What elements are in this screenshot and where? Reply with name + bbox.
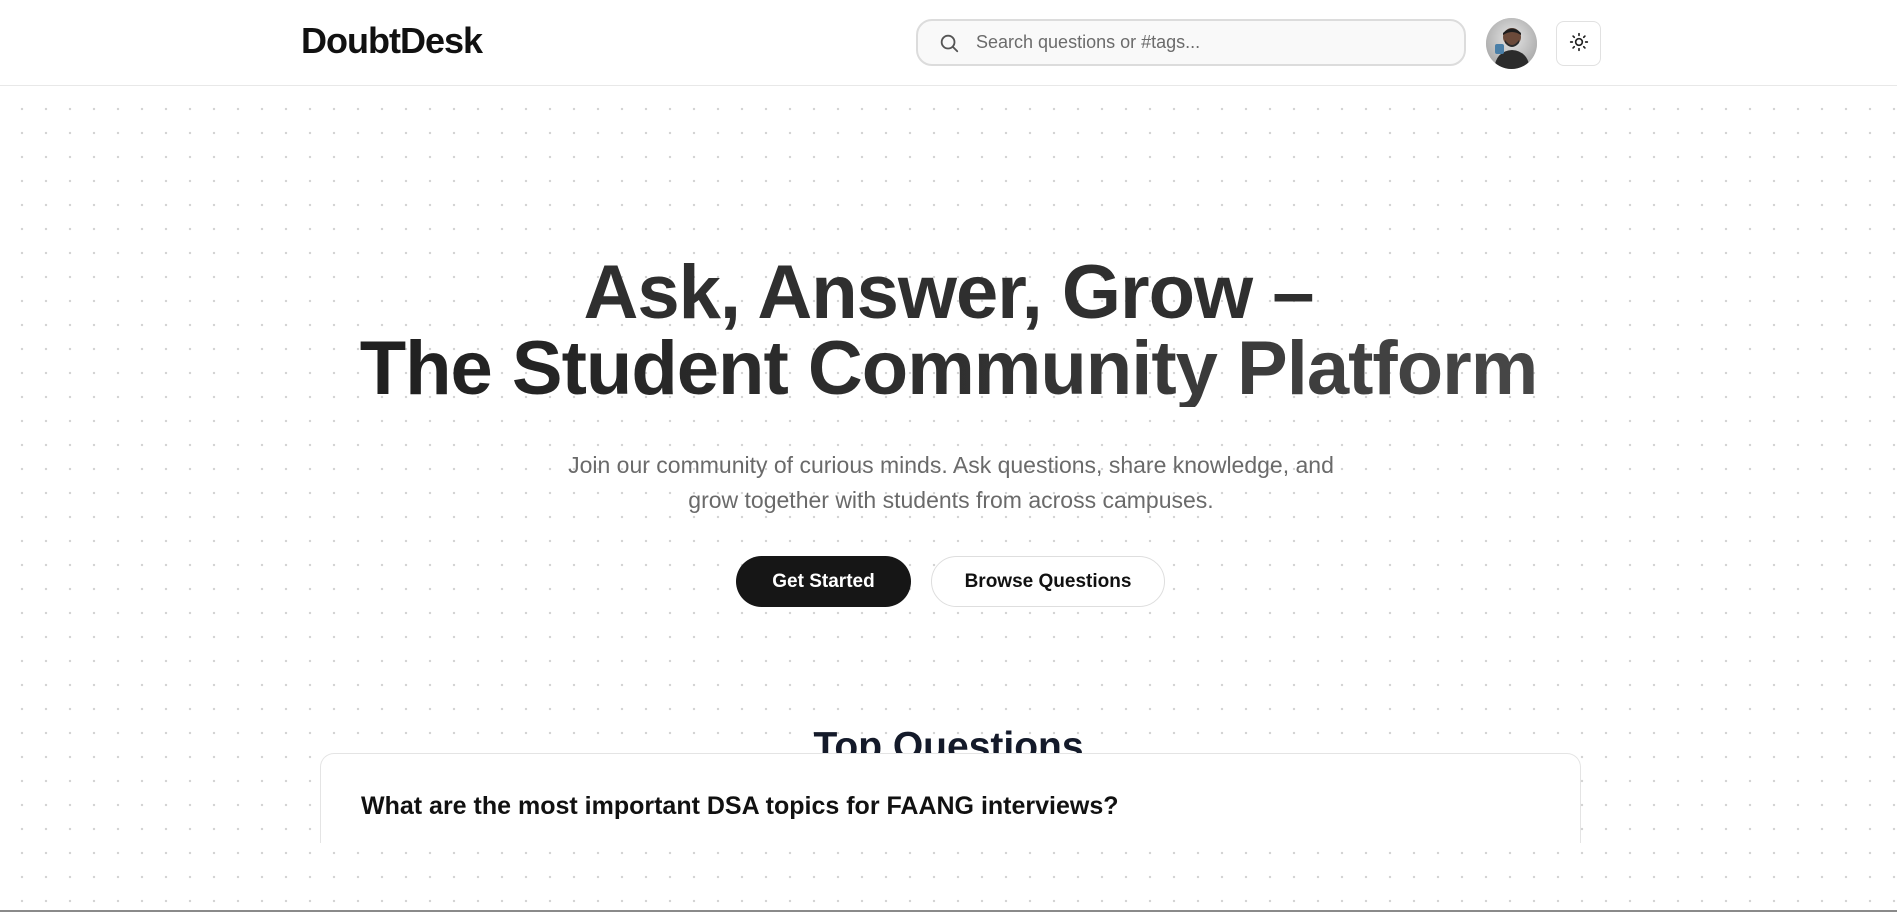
hero-title-line1: Ask, Answer, Grow – (583, 250, 1314, 335)
sun-icon (1569, 32, 1589, 55)
search-input[interactable] (976, 32, 1416, 53)
hero-subtitle: Join our community of curious minds. Ask… (568, 452, 1334, 513)
search-bar[interactable] (916, 19, 1466, 66)
theme-toggle-button[interactable] (1556, 21, 1601, 66)
browse-questions-button[interactable]: Browse Questions (931, 556, 1165, 607)
hero-title-line2: The Student Community Platform (0, 331, 1897, 407)
question-card[interactable]: What are the most important DSA topics f… (320, 753, 1581, 843)
top-navbar: DoubtDesk (0, 0, 1897, 86)
question-title[interactable]: What are the most important DSA topics f… (361, 792, 1119, 821)
search-icon (938, 32, 960, 54)
user-avatar[interactable] (1486, 18, 1537, 69)
logo[interactable]: DoubtDesk (301, 20, 483, 62)
get-started-button[interactable]: Get Started (736, 556, 911, 607)
hero-title: Ask, Answer, Grow – The Student Communit… (0, 255, 1897, 407)
